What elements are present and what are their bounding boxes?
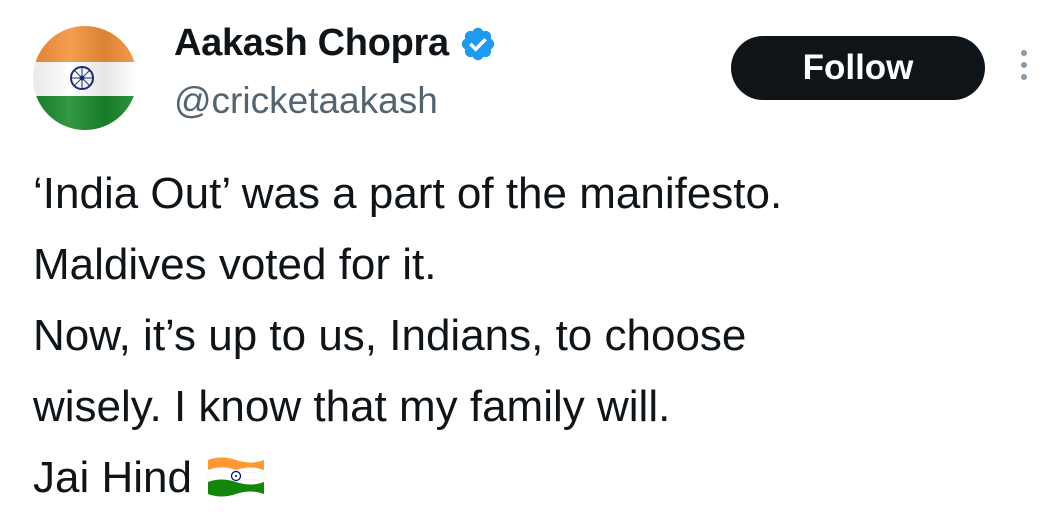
avatar[interactable] bbox=[33, 26, 137, 130]
tweet-line-last: Jai Hind bbox=[33, 442, 1033, 513]
india-flag-emoji-icon bbox=[207, 457, 265, 497]
tweet-line: Now, it’s up to us, Indians, to choose bbox=[33, 311, 747, 360]
tweet-line: Maldives voted for it. bbox=[33, 240, 437, 289]
tweet-line: wisely. I know that my family will. bbox=[33, 382, 671, 431]
tweet-card: Aakash Chopra @cricketaakash Follow ‘Ind… bbox=[0, 0, 1044, 531]
tweet-line: ‘India Out’ was a part of the manifesto. bbox=[33, 169, 783, 218]
india-flag-avatar-icon bbox=[33, 26, 137, 130]
verified-badge-icon bbox=[461, 27, 495, 60]
more-options-icon[interactable] bbox=[1016, 50, 1032, 86]
tweet-line-text: Jai Hind bbox=[33, 453, 192, 502]
tweet-text: ‘India Out’ was a part of the manifesto.… bbox=[33, 158, 1033, 513]
author-handle[interactable]: @cricketaakash bbox=[174, 80, 438, 122]
author-name-row: Aakash Chopra bbox=[174, 22, 497, 65]
author-display-name[interactable]: Aakash Chopra bbox=[174, 22, 449, 65]
follow-button[interactable]: Follow bbox=[731, 36, 985, 100]
